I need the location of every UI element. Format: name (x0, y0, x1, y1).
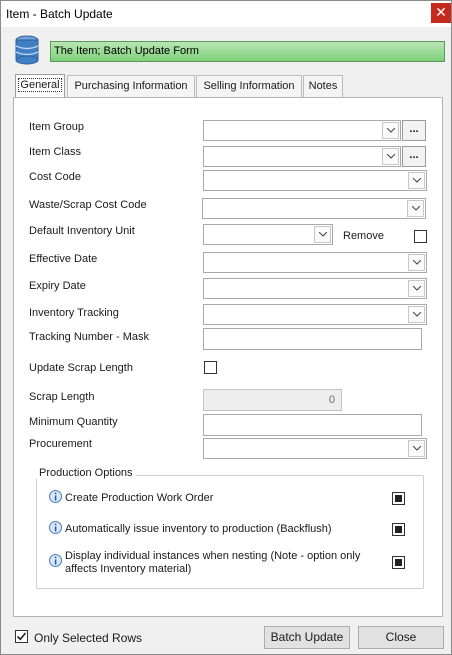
effective-date-combo[interactable] (203, 252, 427, 273)
chevron-down-icon[interactable] (408, 254, 425, 271)
window-title: Item - Batch Update (6, 7, 113, 21)
cost-code-combo[interactable] (203, 170, 427, 191)
info-icon (49, 554, 62, 567)
info-icon (49, 521, 62, 534)
default-inventory-unit-combo[interactable] (203, 224, 333, 245)
item-group-label: Item Group (29, 121, 85, 133)
scrap-length-label: Scrap Length (29, 391, 95, 403)
tracking-number-mask-input[interactable] (203, 328, 422, 350)
procurement-combo[interactable] (203, 438, 427, 459)
form-header-bar: The Item; Batch Update Form (50, 41, 445, 62)
create-production-work-order-label: Create Production Work Order (65, 492, 214, 504)
tab-selling-information[interactable]: Selling Information (196, 75, 302, 97)
item-class-label: Item Class (29, 146, 81, 158)
chevron-down-icon[interactable] (408, 306, 425, 323)
only-selected-rows-checkbox[interactable] (15, 630, 28, 643)
waste-scrap-cost-code-combo[interactable] (202, 198, 426, 219)
default-inventory-unit-label: Default Inventory Unit (29, 225, 135, 237)
remove-checkbox[interactable] (414, 230, 427, 243)
inventory-tracking-label: Inventory Tracking (29, 307, 119, 319)
create-production-work-order-checkbox[interactable] (392, 492, 405, 505)
item-class-browse-button[interactable]: ... (402, 146, 426, 167)
minimum-quantity-input[interactable] (203, 414, 422, 436)
general-panel: Item Group ... Item Class ... Cost Code … (13, 97, 443, 617)
close-button[interactable]: Close (358, 626, 444, 649)
database-icon (15, 35, 39, 65)
chevron-down-icon[interactable] (382, 122, 399, 139)
remove-label: Remove (343, 230, 384, 242)
effective-date-label: Effective Date (29, 253, 98, 265)
expiry-date-combo[interactable] (203, 278, 427, 299)
tab-purchasing-information[interactable]: Purchasing Information (67, 75, 195, 97)
item-class-combo[interactable] (203, 146, 401, 167)
batch-update-window: Item - Batch Update ✕ The Item; Batch Up… (0, 0, 452, 655)
tab-label: General (18, 78, 62, 92)
update-scrap-length-checkbox[interactable] (204, 361, 217, 374)
batch-update-button[interactable]: Batch Update (264, 626, 350, 649)
cost-code-label: Cost Code (29, 171, 81, 183)
display-instances-checkbox[interactable] (392, 556, 405, 569)
chevron-down-icon[interactable] (408, 172, 425, 189)
minimum-quantity-label: Minimum Quantity (29, 416, 118, 428)
checkmark-icon (16, 632, 27, 641)
chevron-down-icon[interactable] (408, 440, 425, 457)
expiry-date-label: Expiry Date (29, 280, 86, 292)
inventory-tracking-combo[interactable] (203, 304, 427, 325)
title-bar: Item - Batch Update ✕ (1, 1, 451, 27)
tab-notes[interactable]: Notes (303, 75, 343, 97)
chevron-down-icon[interactable] (407, 200, 424, 217)
production-options-title: Production Options (36, 467, 136, 479)
update-scrap-length-label: Update Scrap Length (29, 362, 133, 374)
close-icon[interactable]: ✕ (431, 3, 451, 23)
only-selected-rows-label: Only Selected Rows (34, 631, 143, 645)
chevron-down-icon[interactable] (314, 226, 331, 243)
display-instances-label-line2: affects Inventory material) (65, 563, 192, 575)
info-icon (49, 490, 62, 503)
item-group-combo[interactable] (203, 120, 401, 141)
item-group-browse-button[interactable]: ... (402, 120, 426, 141)
display-instances-label-line1: Display individual instances when nestin… (65, 550, 361, 562)
chevron-down-icon[interactable] (408, 280, 425, 297)
backflush-label: Automatically issue inventory to product… (65, 523, 332, 535)
waste-scrap-cost-code-label: Waste/Scrap Cost Code (29, 199, 147, 211)
procurement-label: Procurement (29, 438, 92, 450)
chevron-down-icon[interactable] (382, 148, 399, 165)
tab-general[interactable]: General (15, 74, 65, 97)
scrap-length-input: 0 (203, 389, 342, 411)
tracking-number-mask-label: Tracking Number - Mask (29, 331, 150, 343)
backflush-checkbox[interactable] (392, 523, 405, 536)
